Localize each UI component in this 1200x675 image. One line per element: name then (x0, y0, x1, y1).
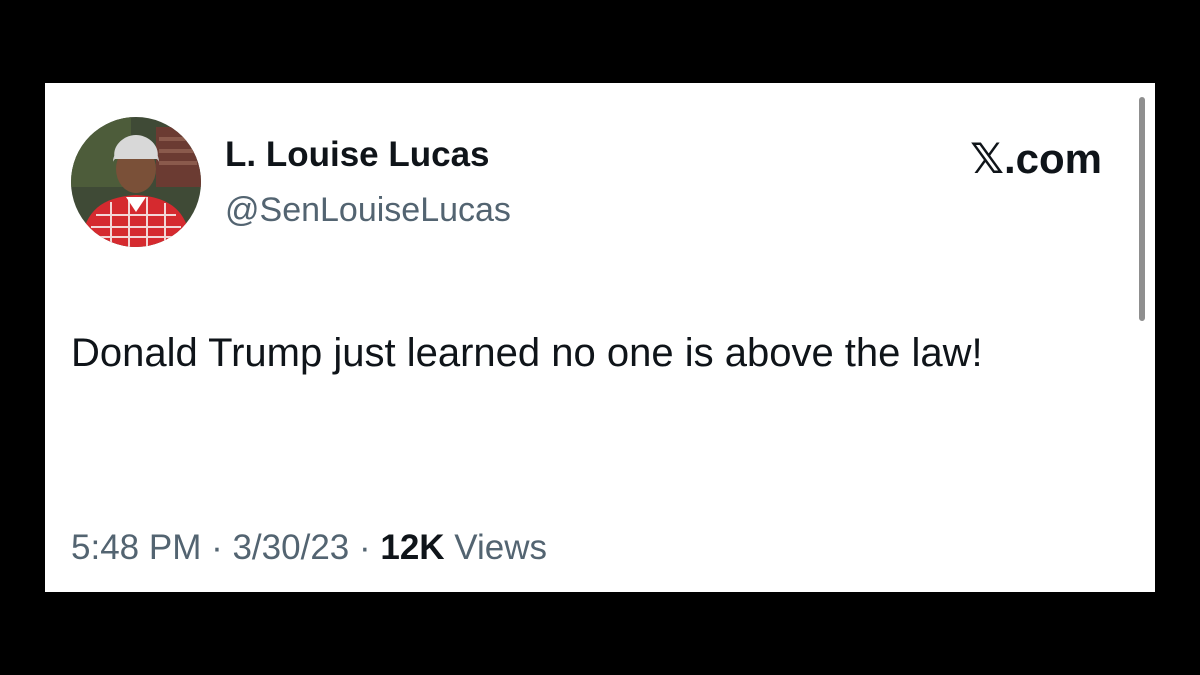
tweet-time[interactable]: 5:48 PM (71, 528, 201, 567)
x-logo-icon: 𝕏 (970, 134, 1004, 183)
tweet-meta: 5:48 PM · 3/30/23 · 12K Views (71, 526, 547, 570)
author-handle[interactable]: @SenLouiseLucas (225, 189, 511, 231)
meta-separator: · (349, 528, 381, 567)
screenshot-frame: L. Louise Lucas @SenLouiseLucas 𝕏.com Do… (0, 0, 1200, 675)
brand-domain: .com (1003, 135, 1102, 182)
author-display-name[interactable]: L. Louise Lucas (225, 134, 490, 176)
tweet-text: Donald Trump just learned no one is abov… (71, 331, 983, 375)
tweet-card: L. Louise Lucas @SenLouiseLucas 𝕏.com Do… (45, 83, 1155, 592)
profile-photo-icon (71, 117, 201, 247)
views-count: 12K (380, 528, 445, 567)
x-logo: 𝕏.com (970, 135, 1102, 183)
meta-separator: · (201, 528, 233, 567)
avatar[interactable] (71, 117, 201, 247)
scrollbar-thumb[interactable] (1139, 97, 1145, 321)
views-label: Views (444, 528, 548, 567)
tweet-date[interactable]: 3/30/23 (232, 528, 349, 567)
